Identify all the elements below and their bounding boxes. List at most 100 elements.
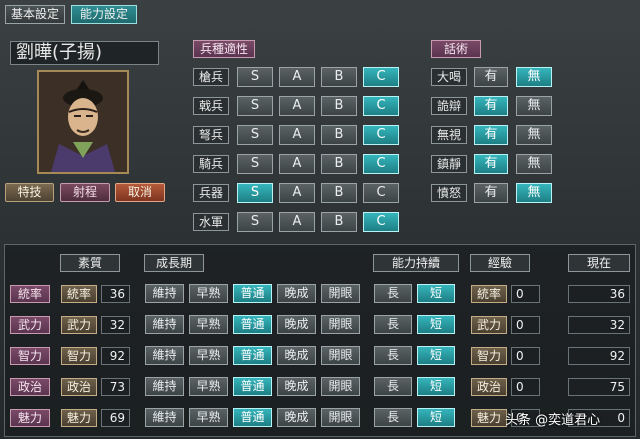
growth-option[interactable]: 早熟 xyxy=(189,346,228,365)
growth-option[interactable]: 維持 xyxy=(145,315,184,334)
stat-label: 智力 xyxy=(10,347,50,365)
tactic-yes-option[interactable]: 有 xyxy=(474,96,508,116)
growth-option[interactable]: 普通 xyxy=(233,408,272,427)
current-value: 36 xyxy=(568,285,630,303)
range-button[interactable]: 射程 xyxy=(60,183,110,202)
growth-option[interactable]: 開眼 xyxy=(321,377,360,396)
tactic-no-option[interactable]: 無 xyxy=(516,154,552,174)
troop-grade-a[interactable]: A xyxy=(279,183,315,203)
growth-option[interactable]: 早熟 xyxy=(189,315,228,334)
troop-grade-s[interactable]: S xyxy=(237,183,273,203)
growth-option[interactable]: 普通 xyxy=(233,284,272,303)
tab-basic-settings[interactable]: 基本設定 xyxy=(5,5,65,24)
troop-grade-b[interactable]: B xyxy=(321,183,357,203)
troop-label: 戟兵 xyxy=(193,97,229,115)
troop-grade-s[interactable]: S xyxy=(237,96,273,116)
troop-grade-a[interactable]: A xyxy=(279,96,315,116)
growth-option[interactable]: 晚成 xyxy=(277,346,316,365)
growth-option[interactable]: 晚成 xyxy=(277,284,316,303)
duration-option[interactable]: 長 xyxy=(374,408,412,427)
quality-value[interactable]: 32 xyxy=(101,316,130,334)
duration-option[interactable]: 短 xyxy=(417,315,455,334)
tactic-label: 大喝 xyxy=(431,68,467,86)
tactic-yes-option[interactable]: 有 xyxy=(474,154,508,174)
troop-grade-c[interactable]: C xyxy=(363,67,399,87)
troop-aptitude-title: 兵種適性 xyxy=(193,40,255,58)
growth-option[interactable]: 早熟 xyxy=(189,284,228,303)
stat-label: 魅力 xyxy=(10,409,50,427)
troop-grade-s[interactable]: S xyxy=(237,212,273,232)
cancel-button[interactable]: 取消 xyxy=(115,183,165,202)
experience-label: 武力 xyxy=(471,316,507,334)
growth-option[interactable]: 晚成 xyxy=(277,315,316,334)
duration-option[interactable]: 短 xyxy=(417,377,455,396)
growth-option[interactable]: 開眼 xyxy=(321,315,360,334)
tactic-yes-option[interactable]: 有 xyxy=(474,67,508,87)
duration-option[interactable]: 短 xyxy=(417,284,455,303)
tab-ability-settings[interactable]: 能力設定 xyxy=(71,5,137,24)
troop-grade-c[interactable]: C xyxy=(363,212,399,232)
troop-grade-b[interactable]: B xyxy=(321,212,357,232)
growth-option[interactable]: 早熟 xyxy=(189,377,228,396)
troop-grade-b[interactable]: B xyxy=(321,125,357,145)
growth-option[interactable]: 開眼 xyxy=(321,408,360,427)
growth-option[interactable]: 晚成 xyxy=(277,408,316,427)
troop-grade-a[interactable]: A xyxy=(279,154,315,174)
duration-option[interactable]: 短 xyxy=(417,346,455,365)
growth-option[interactable]: 開眼 xyxy=(321,346,360,365)
growth-option[interactable]: 維持 xyxy=(145,408,184,427)
duration-option[interactable]: 長 xyxy=(374,377,412,396)
quality-value[interactable]: 92 xyxy=(101,347,130,365)
troop-grade-a[interactable]: A xyxy=(279,212,315,232)
quality-value[interactable]: 73 xyxy=(101,378,130,396)
growth-option[interactable]: 維持 xyxy=(145,346,184,365)
experience-value[interactable]: 0 xyxy=(511,316,540,334)
current-value: 92 xyxy=(568,347,630,365)
experience-header: 經驗 xyxy=(470,254,530,272)
troop-grade-c[interactable]: C xyxy=(363,183,399,203)
growth-option[interactable]: 普通 xyxy=(233,377,272,396)
troop-grade-c[interactable]: C xyxy=(363,125,399,145)
tactic-no-option[interactable]: 無 xyxy=(516,183,552,203)
growth-option[interactable]: 普通 xyxy=(233,315,272,334)
experience-value[interactable]: 0 xyxy=(511,285,540,303)
growth-option[interactable]: 晚成 xyxy=(277,377,316,396)
troop-grade-c[interactable]: C xyxy=(363,154,399,174)
quality-label: 統率 xyxy=(61,285,97,303)
tactic-no-option[interactable]: 無 xyxy=(516,96,552,116)
troop-grade-b[interactable]: B xyxy=(321,96,357,116)
duration-option[interactable]: 長 xyxy=(374,284,412,303)
troop-label: 騎兵 xyxy=(193,155,229,173)
troop-label: 兵器 xyxy=(193,184,229,202)
troop-grade-s[interactable]: S xyxy=(237,125,273,145)
skill-button[interactable]: 特技 xyxy=(5,183,54,202)
tactic-yes-option[interactable]: 有 xyxy=(474,183,508,203)
experience-value[interactable]: 0 xyxy=(511,378,540,396)
duration-option[interactable]: 短 xyxy=(417,408,455,427)
tactic-no-option[interactable]: 無 xyxy=(516,67,552,87)
quality-value[interactable]: 36 xyxy=(101,285,130,303)
watermark: 头条 @奕道君心 xyxy=(505,413,601,428)
tactic-yes-option[interactable]: 有 xyxy=(474,125,508,145)
growth-option[interactable]: 早熟 xyxy=(189,408,228,427)
duration-option[interactable]: 長 xyxy=(374,346,412,365)
troop-grade-c[interactable]: C xyxy=(363,96,399,116)
troop-grade-b[interactable]: B xyxy=(321,154,357,174)
troop-grade-b[interactable]: B xyxy=(321,67,357,87)
duration-option[interactable]: 長 xyxy=(374,315,412,334)
growth-option[interactable]: 開眼 xyxy=(321,284,360,303)
growth-option[interactable]: 普通 xyxy=(233,346,272,365)
troop-grade-s[interactable]: S xyxy=(237,67,273,87)
troop-grade-a[interactable]: A xyxy=(279,67,315,87)
troop-grade-s[interactable]: S xyxy=(237,154,273,174)
experience-label: 政治 xyxy=(471,378,507,396)
tactic-label: 詭辯 xyxy=(431,97,467,115)
experience-value[interactable]: 0 xyxy=(511,347,540,365)
quality-label: 武力 xyxy=(61,316,97,334)
tactic-no-option[interactable]: 無 xyxy=(516,125,552,145)
growth-option[interactable]: 維持 xyxy=(145,377,184,396)
quality-value[interactable]: 69 xyxy=(101,409,130,427)
troop-grade-a[interactable]: A xyxy=(279,125,315,145)
growth-option[interactable]: 維持 xyxy=(145,284,184,303)
portrait-image xyxy=(39,72,127,172)
